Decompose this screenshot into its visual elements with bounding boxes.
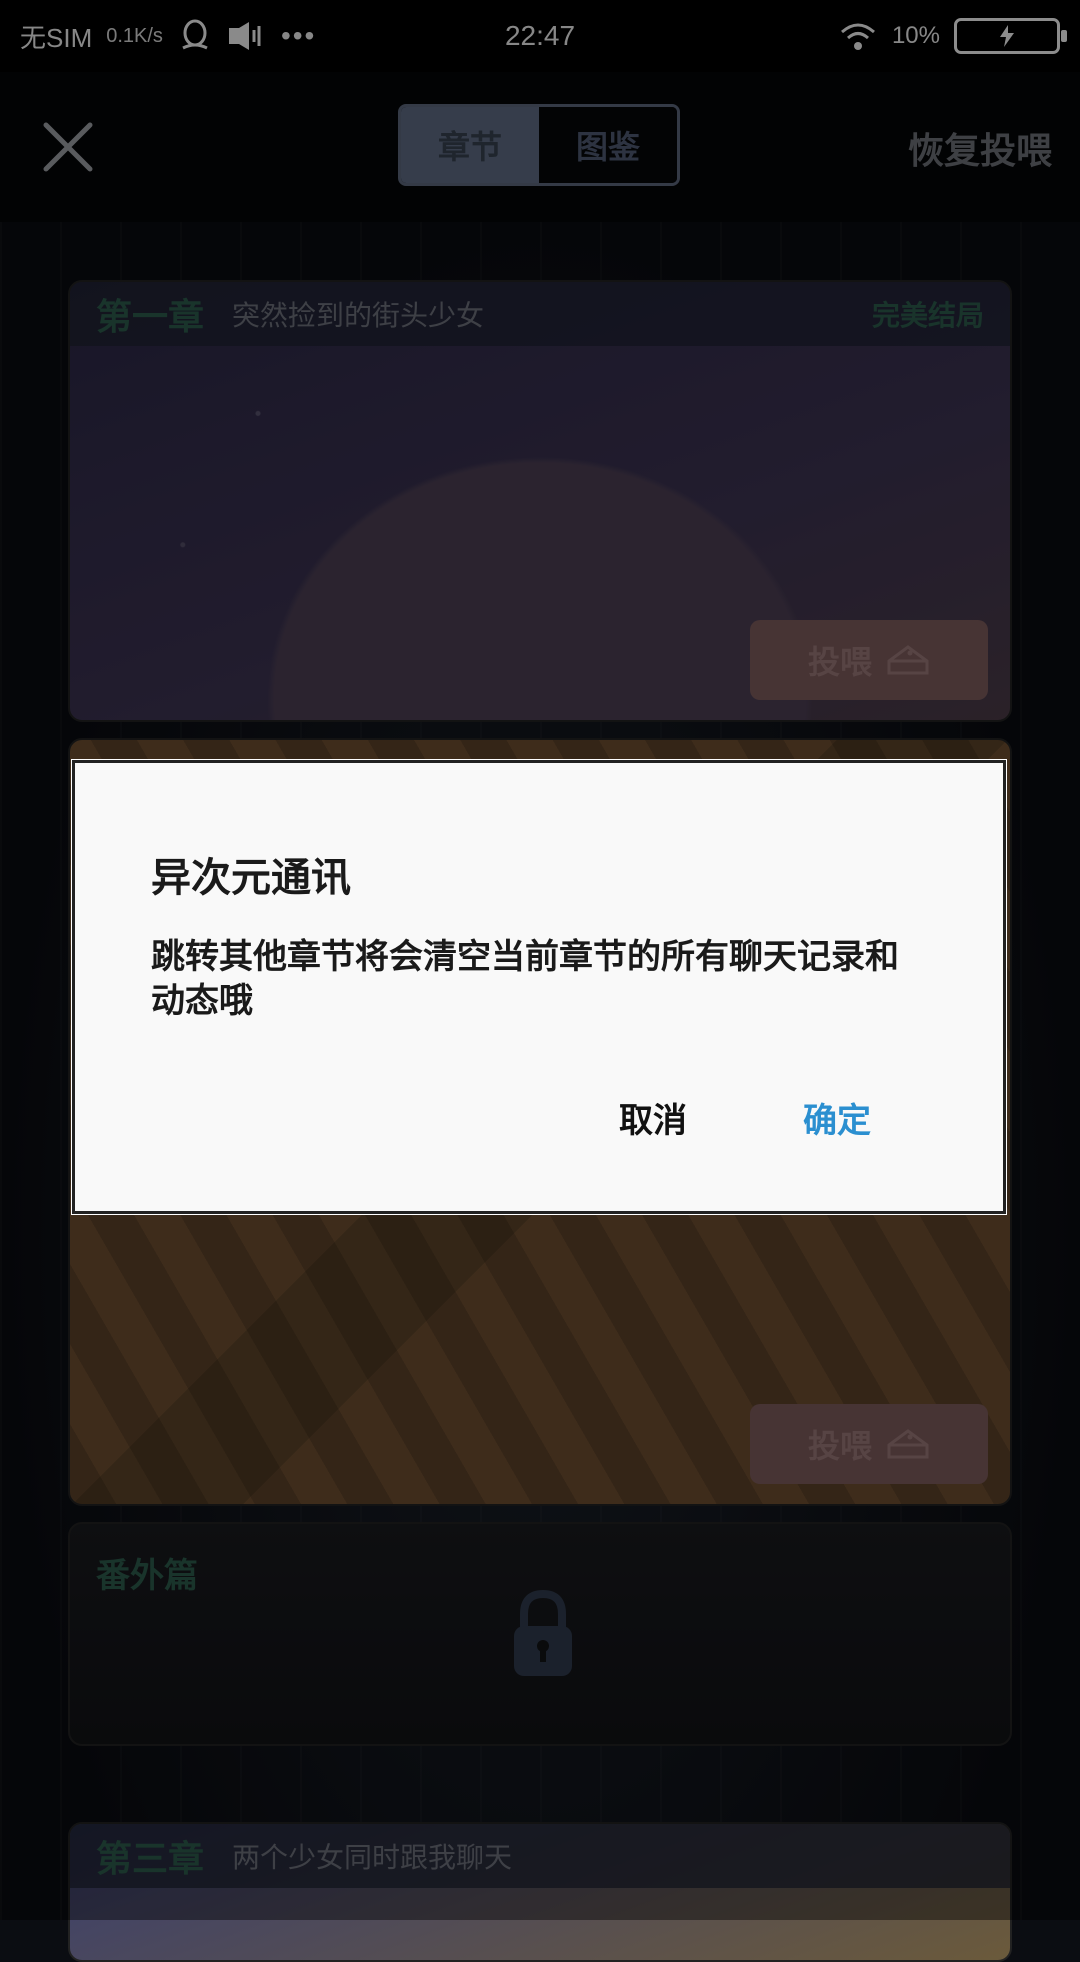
- dialog-title: 异次元通讯: [151, 854, 351, 901]
- dialog-message: 跳转其他章节将会清空当前章节的所有聊天记录和动态哦: [151, 937, 899, 1021]
- cancel-button[interactable]: 取消: [619, 1093, 687, 1142]
- confirm-dialog: 异次元通讯 跳转其他章节将会清空当前章节的所有聊天记录和动态哦 取消 确定: [71, 759, 1007, 1215]
- confirm-button[interactable]: 确定: [803, 1093, 871, 1142]
